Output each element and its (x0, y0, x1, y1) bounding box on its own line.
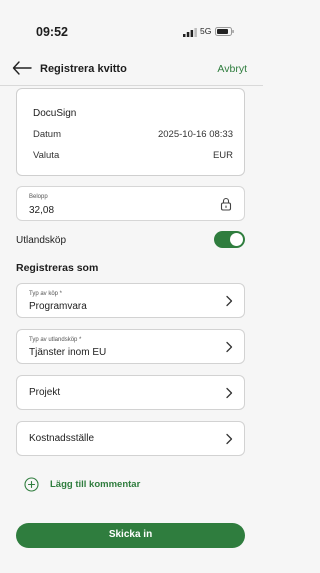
chevron-right-icon (226, 341, 233, 353)
network-type: 5G (200, 26, 212, 36)
chevron-right-icon (226, 387, 233, 399)
toggle-knob (230, 233, 243, 246)
merchant-name: DocuSign (33, 108, 77, 119)
plus-circle-icon (24, 477, 39, 492)
purchase-type-label: Typ av köp * (29, 291, 63, 297)
header-divider (0, 85, 263, 86)
add-comment-label: Lägg till kommentar (50, 479, 141, 490)
project-label: Projekt (29, 387, 61, 398)
amount-value: 32,08 (29, 205, 55, 216)
purchase-type-select[interactable]: Typ av köp * Programvara (16, 283, 245, 318)
foreign-purchase-label: Utlandsköp (16, 235, 67, 246)
status-bar: 09:52 5G (0, 0, 263, 40)
project-select[interactable]: Projekt (16, 375, 245, 410)
signal-icon (183, 28, 197, 37)
app-header: Registrera kvitto Avbryt (0, 58, 263, 82)
status-time: 09:52 (36, 25, 68, 39)
currency-value: EUR (212, 150, 233, 161)
cost-center-label: Kostnadsställe (29, 433, 95, 444)
page-title: Registrera kvitto (40, 63, 127, 75)
currency-label: Valuta (33, 150, 60, 161)
cancel-button[interactable]: Avbryt (217, 63, 247, 75)
cost-center-select[interactable]: Kostnadsställe (16, 421, 245, 456)
add-comment-button[interactable]: Lägg till kommentar (24, 477, 154, 493)
register-as-heading: Registreras som (16, 262, 99, 274)
amount-label: Belopp (29, 194, 48, 200)
lock-icon (220, 197, 232, 211)
submit-button[interactable]: Skicka in (16, 523, 245, 548)
amount-field: Belopp 32,08 (16, 186, 245, 221)
chevron-right-icon (226, 295, 233, 307)
foreign-purchase-toggle[interactable] (214, 231, 245, 248)
purchase-type-value: Programvara (29, 301, 87, 312)
foreign-purchase-type-label: Typ av utlandsköp * (29, 337, 82, 343)
arrow-left-icon[interactable] (12, 61, 32, 75)
foreign-purchase-type-select[interactable]: Typ av utlandsköp * Tjänster inom EU (16, 329, 245, 364)
battery-icon (215, 27, 234, 36)
submit-label: Skicka in (108, 529, 153, 540)
chevron-right-icon (226, 433, 233, 445)
foreign-purchase-type-value: Tjänster inom EU (29, 347, 107, 358)
receipt-summary-card: DocuSign Datum 2025-10-16 08:33 Valuta E… (16, 88, 245, 176)
date-label: Datum (33, 129, 61, 140)
date-value: 2025-10-16 08:33 (157, 129, 233, 140)
